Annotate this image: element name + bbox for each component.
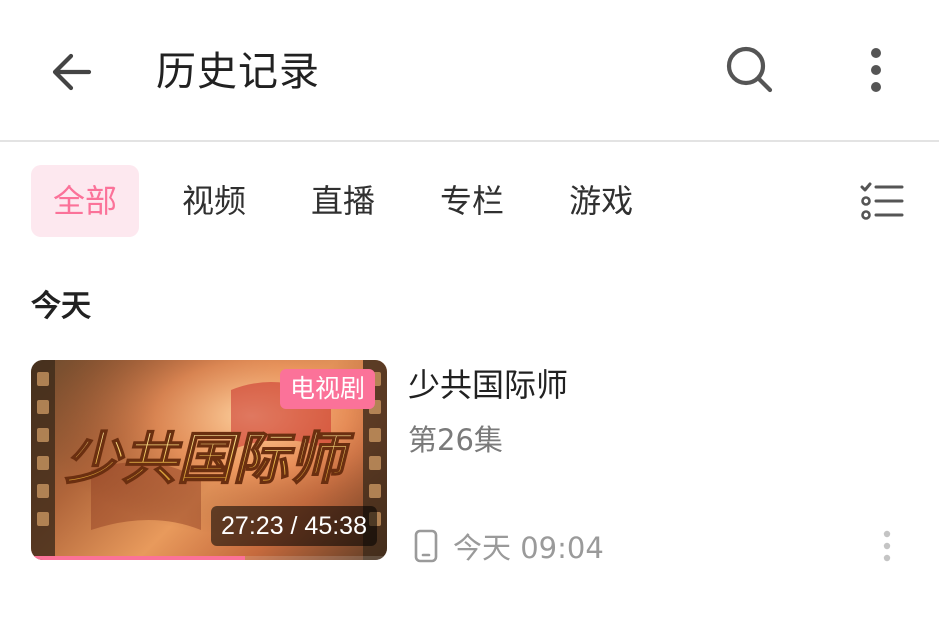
viewed-time: 今天 09:04: [453, 531, 604, 565]
video-thumbnail[interactable]: 少共国际师 电视剧 27:23 / 45:38: [31, 360, 387, 560]
episode-label: 第26集: [408, 423, 503, 457]
search-icon: [726, 46, 773, 93]
more-options-button[interactable]: [846, 38, 906, 102]
more-vertical-icon: [883, 530, 891, 562]
tab-game[interactable]: 游戏: [547, 165, 655, 237]
tab-all[interactable]: 全部: [31, 165, 140, 237]
search-button[interactable]: [718, 38, 782, 102]
category-tabs: 全部 视频 直播 专栏 游戏: [31, 165, 676, 237]
video-title[interactable]: 少共国际师: [408, 362, 568, 408]
history-item[interactable]: 少共国际师 电视剧 27:23 / 45:38 少共国际师 第26集 今天 09…: [31, 360, 911, 565]
back-button[interactable]: [40, 40, 104, 104]
page-title: 历史记录: [156, 49, 320, 95]
history-page: 历史记录 全部 视频 直播 专栏 游戏 今天 少共国际师 电视剧 27:23 /…: [0, 0, 939, 623]
filter-button[interactable]: [852, 172, 912, 230]
tab-video[interactable]: 视频: [160, 165, 268, 237]
list-filter-icon: [860, 182, 904, 220]
watch-progress-fill: [31, 556, 245, 560]
thumbnail-title-text: 少共国际师: [65, 426, 355, 492]
phone-icon: [413, 529, 439, 563]
content-type-badge: 电视剧: [279, 369, 375, 409]
arrow-left-icon: [52, 53, 92, 91]
tab-live[interactable]: 直播: [289, 165, 397, 237]
tab-column[interactable]: 专栏: [418, 165, 526, 237]
top-app-bar: 历史记录: [0, 0, 939, 142]
watch-progress-time: 27:23 / 45:38: [211, 506, 377, 546]
section-title-today: 今天: [31, 289, 91, 324]
more-vertical-icon: [871, 48, 881, 92]
watch-progress-bar: [31, 556, 387, 560]
item-more-button[interactable]: [869, 526, 905, 566]
view-meta: 今天 09:04: [413, 524, 604, 568]
